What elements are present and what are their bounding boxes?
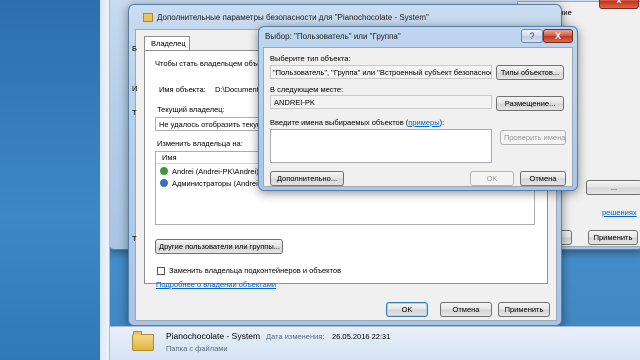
enter-names-label: Введите имена выбираемых объектов (приме… [270, 118, 444, 127]
enter-names-label-start: Введите имена выбираемых объектов ( [270, 118, 409, 127]
object-types-button[interactable]: Типы объектов... [496, 65, 564, 80]
edge-letter: Т [132, 234, 137, 243]
tab-owner-label: Владелец [151, 39, 186, 48]
change-owner-label: Изменить владельца на: [157, 139, 243, 148]
select-dialog: Выбор: "Пользователь" или "Группа" ? X В… [258, 26, 578, 191]
select-dialog-title: Выбор: "Пользователь" или "Группа" [265, 32, 401, 41]
explorer-strip [100, 0, 110, 360]
edge-letter: И [132, 84, 138, 93]
details-type: Папка с файлами [166, 344, 228, 353]
apply-button[interactable]: Применить [498, 302, 550, 317]
cancel-button[interactable]: Отмена [440, 302, 492, 317]
help-button[interactable]: ? [521, 29, 543, 43]
details-modified-value: 26.05.2016 22:31 [332, 332, 391, 341]
object-type-label: Выберите тип объекта: [270, 54, 351, 63]
object-type-value: "Пользователь", "Группа" или "Встроенный… [273, 68, 492, 77]
other-users-button[interactable]: Другие пользователи или группы... [155, 239, 283, 254]
object-name-value: D:\Documents [215, 85, 263, 94]
examples-link[interactable]: примеры [408, 118, 439, 127]
location-field: ANDREI-PK [270, 95, 492, 109]
object-name-label: Имя объекта: [159, 85, 206, 94]
bg-link[interactable]: решениях [602, 208, 637, 217]
bg-apply-button[interactable]: Применить [588, 230, 638, 245]
tab-owner[interactable]: Владелец [144, 36, 190, 50]
security-dialog-title: Дополнительные параметры безопасности дл… [157, 13, 429, 22]
current-owner-field: Не удалось отобразить текущ... [155, 117, 270, 131]
object-type-field: "Пользователь", "Группа" или "Встроенный… [270, 65, 492, 79]
current-owner-value: Не удалось отобразить текущ... [159, 120, 270, 129]
folder-icon [143, 13, 153, 22]
ok-button[interactable]: OK [386, 302, 428, 317]
select-dialog-body: Выберите тип объекта: "Пользователь", "Г… [263, 47, 573, 187]
edge-letter: Т [132, 108, 137, 117]
select-cancel-button[interactable]: Отмена [520, 171, 566, 186]
current-owner-label: Текущий владелец: [157, 105, 225, 114]
replace-owner-checkbox[interactable] [157, 267, 165, 275]
replace-owner-label: Заменить владельца подконтейнеров и объе… [169, 266, 342, 275]
folder-large-icon [132, 331, 154, 351]
details-pane: Pianochocolate - System Дата изменения: … [110, 326, 640, 360]
check-names-button[interactable]: Проверить имена [500, 130, 566, 145]
user-icon [160, 167, 168, 175]
details-name: Pianochocolate - System [166, 331, 261, 341]
advanced-button[interactable]: Дополнительно... [270, 171, 344, 186]
list-header-name: Имя [162, 153, 177, 162]
bg-close-button[interactable]: x [599, 0, 639, 9]
desktop-left-region [0, 0, 110, 360]
details-modified-label: Дата изменения: [266, 332, 325, 341]
names-input[interactable] [270, 129, 492, 163]
more-info-link[interactable]: Подробнее о владении объектами [156, 280, 276, 289]
location-button[interactable]: Размещение... [496, 96, 564, 111]
select-ok-button[interactable]: OK [470, 171, 514, 186]
close-button[interactable]: X [543, 29, 573, 43]
location-label: В следующем месте: [270, 85, 344, 94]
group-icon [160, 179, 168, 187]
location-value: ANDREI-PK [274, 98, 315, 107]
edge-letter: Б [132, 44, 137, 53]
list-item-label: Andrei (Andrei-PK\Andrei) [172, 167, 259, 176]
enter-names-label-end: ): [439, 118, 445, 127]
bg-additional-button[interactable]: ... [586, 180, 640, 195]
